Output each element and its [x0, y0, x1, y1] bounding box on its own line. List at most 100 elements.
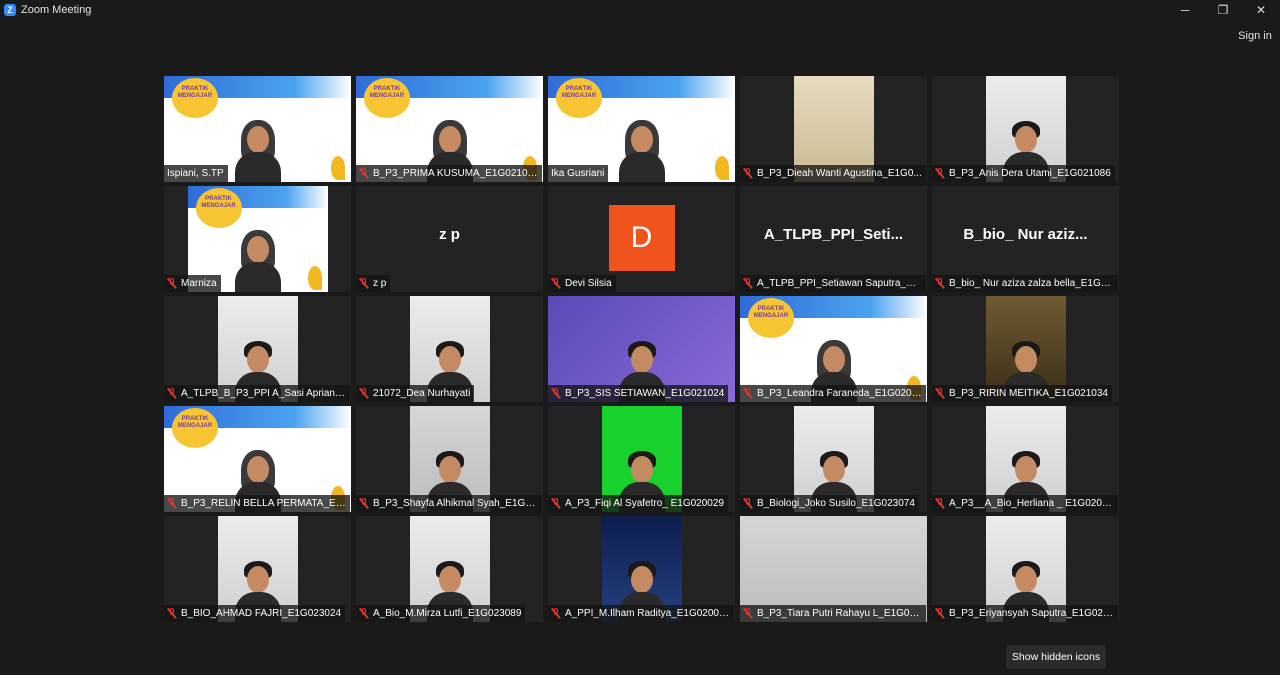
participant-tile[interactable]: PRAKTIK MENGAJAR Marniza: [164, 186, 351, 292]
show-hidden-icons-button[interactable]: Show hidden icons: [1006, 645, 1106, 669]
person-head: [630, 126, 653, 153]
participant-name-label: Devi Silsia: [548, 275, 616, 292]
slide-leaf-shape: [331, 156, 345, 180]
participant-tile[interactable]: PRAKTIK MENGAJAR Ika Gusriani: [548, 76, 735, 182]
person-head: [630, 346, 653, 373]
participant-name: Marniza: [181, 278, 217, 289]
slide-title: PRAKTIK MENGAJAR: [201, 196, 236, 209]
mic-muted-icon: [358, 388, 369, 399]
participant-tile[interactable]: A_Bio_M.Mirza Lutfi_E1G023089: [356, 516, 543, 622]
slide-title: PRAKTIK MENGAJAR: [177, 86, 213, 99]
participant-tile[interactable]: B_P3_SIS SETIAWAN_E1G021024: [548, 296, 735, 402]
participant-name: Ika Gusriani: [551, 168, 605, 179]
person-head: [246, 346, 269, 373]
person-head: [246, 566, 269, 593]
slide-title: PRAKTIK MENGAJAR: [177, 416, 213, 429]
close-button[interactable]: ✕: [1242, 0, 1280, 20]
participant-name-label: B_BIO_AHMAD FAJRI_E1G023024: [164, 605, 346, 622]
participant-tile[interactable]: PRAKTIK MENGAJAR B_P3_PRIMA KUSUMA_E1G021…: [356, 76, 543, 182]
mic-muted-icon: [166, 498, 177, 509]
title-bar: Z Zoom Meeting ─ ❐ ✕: [0, 0, 1280, 20]
mic-muted-icon: [550, 278, 561, 289]
mic-muted-icon: [934, 388, 945, 399]
person-body: [618, 152, 665, 182]
mic-muted-icon: [550, 388, 561, 399]
participant-tile[interactable]: A_TLPB_B_P3_PPI A_Sasi Aprianti_...: [164, 296, 351, 402]
participant-name: B_P3_RIRIN MEITIKA_E1G021034: [949, 388, 1108, 399]
mic-muted-icon: [742, 388, 753, 399]
participant-name-label: Marniza: [164, 275, 221, 292]
participant-name: B_P3_PRIMA KUSUMA_E1G021018: [373, 168, 538, 179]
participant-tile[interactable]: PRAKTIK MENGAJAR Ispiani, S.TP: [164, 76, 351, 182]
participant-name-label: B_P3_Anis Dera Utami_E1G021086: [932, 165, 1115, 182]
participant-name: B_P3_Anis Dera Utami_E1G021086: [949, 168, 1111, 179]
participant-name: B_Biologi_Joko Susilo_E1G023074: [757, 498, 915, 509]
window-title: Zoom Meeting: [21, 4, 92, 16]
participant-tile[interactable]: B_BIO_AHMAD FAJRI_E1G023024: [164, 516, 351, 622]
person-figure: [618, 118, 665, 182]
mic-muted-icon: [550, 608, 561, 619]
mic-muted-icon: [742, 168, 753, 179]
participant-name-label: A_TLPB_PPI_Setiawan Saputra_E1...: [740, 275, 926, 292]
restore-button[interactable]: ❐: [1204, 0, 1242, 20]
participant-tile[interactable]: PRAKTIK MENGAJAR B_P3_RELIN BELLA PERMATA…: [164, 406, 351, 512]
person-figure: [234, 228, 281, 292]
mic-muted-icon: [934, 168, 945, 179]
participant-name-label: B_P3_PRIMA KUSUMA_E1G021018: [356, 165, 542, 182]
participant-tile[interactable]: A_P3__A_Bio_Herliana _ E1G0200...: [932, 406, 1119, 512]
participant-display-name: B_bio_ Nur aziz...: [963, 226, 1088, 243]
mic-muted-icon: [358, 608, 369, 619]
participant-name-label: B_Biologi_Joko Susilo_E1G023074: [740, 495, 919, 512]
participant-tile[interactable]: A_P3_Fiqi Al Syafetro_ E1G020029: [548, 406, 735, 512]
gallery-grid: PRAKTIK MENGAJAR Ispiani, S.TP PRAKTIK MEN…: [164, 76, 1119, 622]
mic-muted-icon: [166, 608, 177, 619]
person-head: [246, 236, 269, 263]
participant-name-label: B_P3_SIS SETIAWAN_E1G021024: [548, 385, 729, 402]
person-head: [1014, 126, 1037, 153]
person-head: [1014, 456, 1037, 483]
mic-muted-icon: [550, 498, 561, 509]
participant-tile[interactable]: B_Biologi_Joko Susilo_E1G023074: [740, 406, 927, 512]
mic-muted-icon: [934, 608, 945, 619]
participant-name-label: A_TLPB_B_P3_PPI A_Sasi Aprianti_...: [164, 385, 350, 402]
person-head: [246, 126, 269, 153]
mic-muted-icon: [358, 498, 369, 509]
participant-tile[interactable]: B_bio_ Nur aziz... B_bio_ Nur aziza zalza…: [932, 186, 1119, 292]
participant-tile[interactable]: D Devi Silsia: [548, 186, 735, 292]
slide-leaf-shape: [715, 156, 729, 180]
participant-tile[interactable]: z p z p: [356, 186, 543, 292]
participant-name: B_P3_Tiara Putri Rahayu L_E1G02...: [757, 608, 922, 619]
participant-tile[interactable]: B_P3_RIRIN MEITIKA_E1G021034: [932, 296, 1119, 402]
person-head: [822, 346, 845, 373]
participant-tile[interactable]: B_P3_Shayfa Alhikmal Syah_E1G0...: [356, 406, 543, 512]
person-head: [822, 456, 845, 483]
participant-name: B_P3_RELIN BELLA PERMATA_E1G...: [181, 498, 346, 509]
participant-tile[interactable]: B_P3_Anis Dera Utami_E1G021086: [932, 76, 1119, 182]
person-body: [234, 262, 281, 292]
participant-name: A_P3_Fiqi Al Syafetro_ E1G020029: [565, 498, 724, 509]
participant-tile[interactable]: B_P3_Eriyansyah Saputra_E1G021...: [932, 516, 1119, 622]
sign-in-button[interactable]: Sign in: [1234, 27, 1276, 45]
mic-muted-icon: [166, 388, 177, 399]
participant-tile[interactable]: 21072_Dea Nurhayati: [356, 296, 543, 402]
participant-tile[interactable]: B_P3_Tiara Putri Rahayu L_E1G02...: [740, 516, 927, 622]
participant-display-name: A_TLPB_PPI_Seti...: [763, 226, 904, 243]
mic-muted-icon: [742, 278, 753, 289]
participant-tile[interactable]: A_TLPB_PPI_Seti... A_TLPB_PPI_Setiawan Sa…: [740, 186, 927, 292]
participant-tile[interactable]: B_P3_Dieah Wanti Agustina_E1G0...: [740, 76, 927, 182]
participant-name: A_TLPB_B_P3_PPI A_Sasi Aprianti_...: [181, 388, 346, 399]
participant-name: A_P3__A_Bio_Herliana _ E1G0200...: [949, 498, 1114, 509]
slide-title: PRAKTIK MENGAJAR: [753, 306, 789, 319]
avatar: D: [608, 205, 675, 271]
participant-name-label: B_P3_Tiara Putri Rahayu L_E1G02...: [740, 605, 926, 622]
person-head: [438, 566, 461, 593]
participant-name: Devi Silsia: [565, 278, 612, 289]
person-head: [630, 456, 653, 483]
participant-name-label: A_PPI_M.Ilham Raditya_E1G020017: [548, 605, 734, 622]
zoom-logo-icon: Z: [4, 4, 16, 16]
person-head: [630, 566, 653, 593]
participant-name-label: B_P3_RELIN BELLA PERMATA_E1G...: [164, 495, 350, 512]
participant-tile[interactable]: PRAKTIK MENGAJAR B_P3_Leandra Faraneda_E1…: [740, 296, 927, 402]
participant-tile[interactable]: A_PPI_M.Ilham Raditya_E1G020017: [548, 516, 735, 622]
minimize-button[interactable]: ─: [1166, 0, 1204, 20]
